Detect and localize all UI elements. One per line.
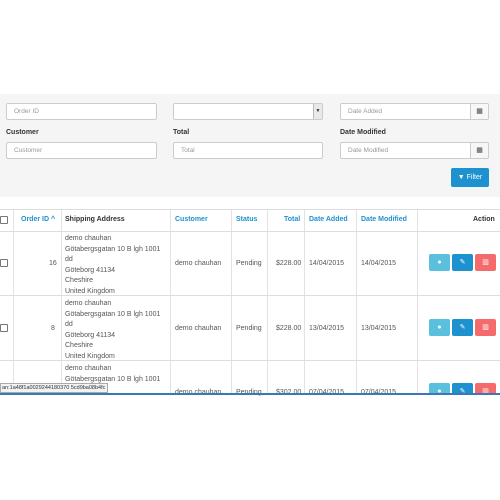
customer-header[interactable]: Customer [175,216,208,223]
pencil-icon: ✎ [459,324,466,331]
customer-input[interactable]: Customer [6,142,157,159]
table-row: 8 demo chauhan Götabergsgatan 10 B lgh 1… [0,296,500,361]
action-header: Action [473,216,495,223]
shipping-address-cell: demo chauhan Götabergsgatan 10 B lgh 100… [65,235,161,295]
status-cell: Pending [236,260,262,267]
date-modified-cell: 14/04/2015 [361,260,397,267]
order-id-placeholder: Order ID [14,108,39,115]
order-id-input[interactable]: Order ID [6,103,157,120]
date-added-cell: 14/04/2015 [309,260,345,267]
trash-icon: ▥ [482,259,489,266]
bottom-edge-line [0,393,500,395]
table-header: Order ID ^ Shipping Address Customer Sta… [0,210,500,232]
date-modified-label: Date Modified [340,129,386,136]
total-placeholder: Total [181,147,195,154]
total-header[interactable]: Total [284,216,300,223]
date-modified-placeholder: Date Modified [348,147,389,154]
total-cell: $228.00 [276,260,302,267]
edit-button[interactable]: ✎ [452,319,473,336]
dropdown-arrow-icon[interactable]: ▼ [313,104,322,119]
total-label: Total [173,129,190,136]
sort-asc-icon: ^ [50,216,56,223]
eye-icon: ● [437,324,442,331]
calendar-icon[interactable]: ▦ [470,104,488,119]
date-added-cell: 13/04/2015 [309,325,345,332]
pencil-icon: ✎ [459,259,466,266]
calendar-icon[interactable]: ▦ [470,143,488,158]
date-added-input[interactable]: Date Added ▦ [340,103,489,120]
date-modified-cell: 13/04/2015 [361,325,397,332]
trash-icon: ▥ [482,324,489,331]
orders-table: Order ID ^ Shipping Address Customer Sta… [0,209,500,396]
table-row: 16 demo chauhan Götabergsgatan 10 B lgh … [0,231,500,296]
filter-button[interactable]: ▼ Filter [451,168,489,187]
order-id-cell: 8 [51,325,55,332]
order-status-select[interactable]: ▼ [173,103,323,120]
customer-cell: demo chauhan [175,260,222,267]
row-checkbox[interactable] [0,259,8,267]
browser-status-url: an:1a48f1a0029244180370 5cd9ba08b4fc [0,383,108,393]
delete-button[interactable]: ▥ [475,254,496,271]
date-modified-header[interactable]: Date Modified [361,216,407,223]
shipping-address-header: Shipping Address [65,216,125,223]
order-id-header[interactable]: Order ID ^ [21,216,55,223]
customer-label: Customer [6,129,39,136]
edit-button[interactable]: ✎ [452,254,473,271]
view-button[interactable]: ● [429,254,450,271]
select-all-checkbox[interactable] [0,216,8,224]
total-cell: $228.00 [276,325,302,332]
filter-icon: ▼ [457,174,465,181]
customer-cell: demo chauhan [175,325,222,332]
date-added-placeholder: Date Added [348,108,382,115]
shipping-address-cell: demo chauhan Götabergsgatan 10 B lgh 100… [65,300,161,360]
date-modified-input[interactable]: Date Modified ▦ [340,142,489,159]
date-added-header[interactable]: Date Added [309,216,348,223]
total-input[interactable]: Total [173,142,323,159]
delete-button[interactable]: ▥ [475,319,496,336]
customer-placeholder: Customer [14,147,43,154]
view-button[interactable]: ● [429,319,450,336]
order-id-cell: 16 [49,260,57,267]
status-header[interactable]: Status [236,216,257,223]
filter-button-label: Filter [466,174,483,181]
eye-icon: ● [437,259,442,266]
status-cell: Pending [236,325,262,332]
shipping-address-cell: demo chauhan Götabergsgatan 10 B lgh 100… [65,365,161,383]
row-checkbox[interactable] [0,324,8,332]
